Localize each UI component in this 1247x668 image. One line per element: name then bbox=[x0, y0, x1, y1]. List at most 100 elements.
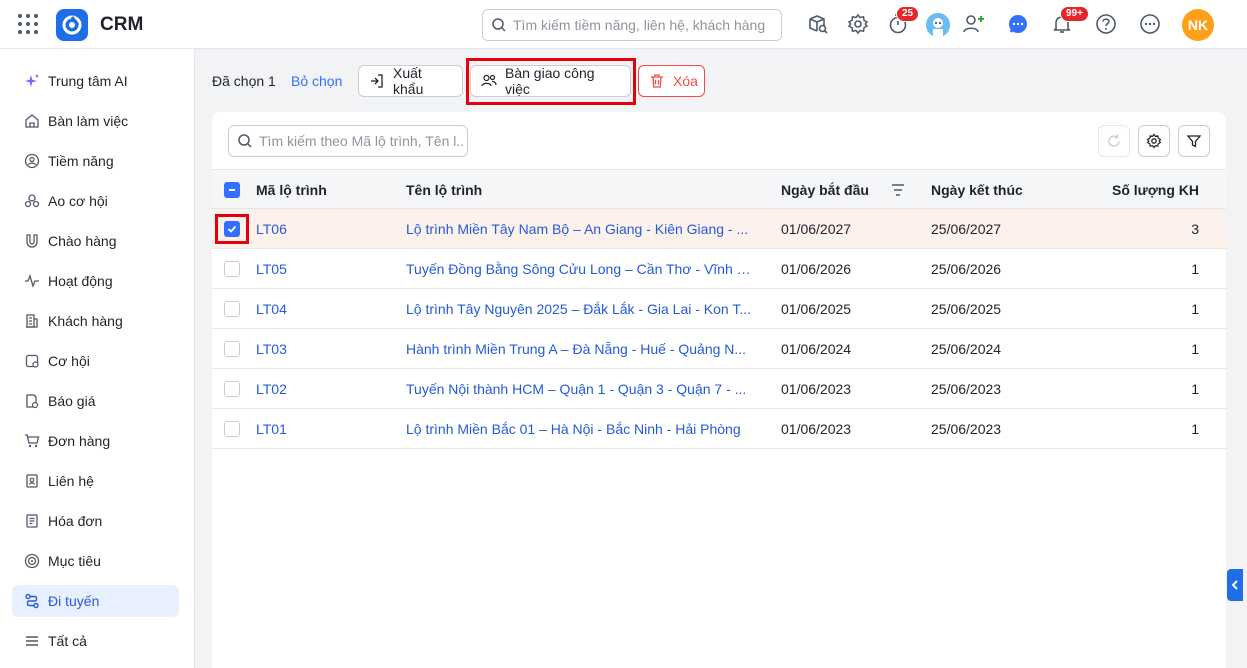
settings-gear-icon[interactable] bbox=[846, 12, 870, 36]
sidebar-item-label: Chào hàng bbox=[48, 233, 117, 249]
customer-count: 1 bbox=[1191, 341, 1199, 357]
search-icon bbox=[238, 134, 252, 148]
sidebar-item-label: Ao cơ hội bbox=[48, 193, 108, 209]
trash-icon bbox=[649, 73, 665, 89]
sidebar-item-quotes[interactable]: Báo giá bbox=[12, 385, 179, 417]
sidebar-item-label: Báo giá bbox=[48, 393, 96, 409]
column-header-name[interactable]: Tên lộ trình bbox=[406, 182, 482, 198]
user-avatar-image[interactable] bbox=[926, 13, 950, 37]
filter-button[interactable] bbox=[1178, 125, 1210, 157]
start-date: 01/06/2023 bbox=[781, 421, 852, 437]
route-name-link[interactable]: Hành trình Miền Trung A – Đà Nẵng - Huế … bbox=[406, 341, 751, 357]
table-search-input[interactable] bbox=[259, 133, 464, 149]
app-launcher-icon[interactable] bbox=[18, 14, 38, 34]
column-header-code[interactable]: Mã lộ trình bbox=[256, 182, 327, 198]
sidebar-item-customers[interactable]: Khách hàng bbox=[12, 305, 179, 337]
route-name-link[interactable]: Tuyến Đồng Bằng Sông Cửu Long – Cần Thơ … bbox=[406, 261, 751, 277]
invoice-icon bbox=[24, 513, 40, 529]
sidebar-item-invoices[interactable]: Hóa đơn bbox=[12, 505, 179, 537]
more-icon[interactable] bbox=[1138, 12, 1162, 36]
sidebar-item-all[interactable]: Tất cả bbox=[12, 625, 179, 657]
user-avatar[interactable]: NK bbox=[1182, 9, 1214, 41]
row-checkbox[interactable] bbox=[224, 381, 240, 397]
start-date: 01/06/2023 bbox=[781, 381, 852, 397]
route-code-link[interactable]: LT05 bbox=[256, 261, 287, 277]
sidebar-item-orders[interactable]: Đơn hàng bbox=[12, 425, 179, 457]
sidebar-item-label: Mục tiêu bbox=[48, 553, 101, 569]
sidebar-item-label: Khách hàng bbox=[48, 313, 123, 329]
sidebar-item-activities[interactable]: Hoạt động bbox=[12, 265, 179, 297]
home-icon bbox=[24, 113, 40, 129]
route-name-link[interactable]: Tuyến Nội thành HCM – Quận 1 - Quận 3 - … bbox=[406, 381, 751, 397]
notification-badge: 99+ bbox=[1060, 6, 1089, 22]
row-checkbox[interactable] bbox=[224, 221, 240, 237]
global-search-box[interactable] bbox=[482, 9, 782, 41]
table-row[interactable]: LT05 Tuyến Đồng Bằng Sông Cửu Long – Cần… bbox=[212, 249, 1226, 289]
side-panel-toggle[interactable] bbox=[1227, 569, 1243, 601]
chat-icon[interactable] bbox=[1006, 12, 1030, 36]
gear-icon bbox=[1146, 133, 1162, 149]
end-date: 25/06/2027 bbox=[931, 221, 1002, 237]
timer-icon[interactable]: 25 bbox=[886, 6, 920, 36]
refresh-button[interactable] bbox=[1098, 125, 1130, 157]
row-checkbox[interactable] bbox=[224, 421, 240, 437]
export-button[interactable]: Xuất khẩu bbox=[358, 65, 463, 97]
export-icon bbox=[369, 73, 385, 89]
route-name-link[interactable]: Lộ trình Miền Tây Nam Bộ – An Giang - Ki… bbox=[406, 221, 751, 237]
notification-bell-icon[interactable]: 99+ bbox=[1050, 6, 1089, 36]
column-header-start-date[interactable]: Ngày bắt đầu bbox=[781, 182, 869, 198]
sidebar-item-opportunity-pool[interactable]: Ao cơ hội bbox=[12, 185, 179, 217]
sidebar-item-label: Trung tâm AI bbox=[48, 73, 128, 89]
route-code-link[interactable]: LT06 bbox=[256, 221, 287, 237]
deselect-link[interactable]: Bỏ chọn bbox=[291, 73, 342, 89]
global-search-input[interactable] bbox=[513, 17, 773, 33]
menu-icon bbox=[24, 633, 40, 649]
sidebar-item-goals[interactable]: Mục tiêu bbox=[12, 545, 179, 577]
column-settings-button[interactable] bbox=[1138, 125, 1170, 157]
select-all-checkbox[interactable] bbox=[224, 182, 240, 198]
sidebar-item-label: Bàn làm việc bbox=[48, 113, 129, 129]
table-row[interactable]: LT01 Lộ trình Miền Bắc 01 – Hà Nội - Bắc… bbox=[212, 409, 1226, 449]
route-code-link[interactable]: LT02 bbox=[256, 381, 287, 397]
row-checkbox[interactable] bbox=[224, 301, 240, 317]
crm-logo-icon bbox=[56, 9, 88, 41]
sidebar-item-ai-center[interactable]: Trung tâm AI bbox=[12, 65, 179, 97]
table-row[interactable]: LT04 Lộ trình Tây Nguyên 2025 – Đắk Lắk … bbox=[212, 289, 1226, 329]
column-header-customer-count[interactable]: Số lượng KH bbox=[1092, 182, 1199, 198]
delete-button[interactable]: Xóa bbox=[638, 65, 705, 97]
sort-filter-icon[interactable] bbox=[890, 183, 906, 200]
top-bar: CRM 25 99+ NK bbox=[0, 0, 1247, 49]
table-row[interactable]: LT02 Tuyến Nội thành HCM – Quận 1 - Quận… bbox=[212, 369, 1226, 409]
handover-work-button[interactable]: Bàn giao công việc bbox=[470, 65, 631, 97]
route-name-link[interactable]: Lộ trình Tây Nguyên 2025 – Đắk Lắk - Gia… bbox=[406, 301, 751, 317]
sidebar-item-label: Cơ hội bbox=[48, 353, 90, 369]
end-date: 25/06/2023 bbox=[931, 421, 1002, 437]
route-code-link[interactable]: LT04 bbox=[256, 301, 287, 317]
column-header-end-date[interactable]: Ngày kết thúc bbox=[931, 182, 1023, 198]
sidebar-item-offers[interactable]: Chào hàng bbox=[12, 225, 179, 257]
refresh-icon bbox=[1108, 134, 1120, 147]
route-icon bbox=[24, 593, 40, 609]
route-name-link[interactable]: Lộ trình Miền Bắc 01 – Hà Nội - Bắc Ninh… bbox=[406, 421, 751, 437]
help-icon[interactable] bbox=[1094, 12, 1118, 36]
sidebar-item-workspace[interactable]: Bàn làm việc bbox=[12, 105, 179, 137]
table-search-box[interactable] bbox=[228, 125, 468, 157]
row-checkbox[interactable] bbox=[224, 261, 240, 277]
row-checkbox[interactable] bbox=[224, 341, 240, 357]
users-transfer-icon bbox=[481, 73, 497, 89]
table-row[interactable]: LT03 Hành trình Miền Trung A – Đà Nẵng -… bbox=[212, 329, 1226, 369]
sidebar-item-routes[interactable]: Đi tuyến bbox=[12, 585, 179, 617]
route-code-link[interactable]: LT03 bbox=[256, 341, 287, 357]
sidebar-item-label: Tiềm năng bbox=[48, 153, 114, 169]
start-date: 01/06/2026 bbox=[781, 261, 852, 277]
sidebar-item-contacts[interactable]: Liên hệ bbox=[12, 465, 179, 497]
add-user-icon[interactable] bbox=[962, 12, 986, 36]
customer-count: 1 bbox=[1191, 301, 1199, 317]
sidebar-item-opportunities[interactable]: Cơ hội bbox=[12, 345, 179, 377]
start-date: 01/06/2025 bbox=[781, 301, 852, 317]
table-row[interactable]: LT06 Lộ trình Miền Tây Nam Bộ – An Giang… bbox=[212, 209, 1226, 249]
sidebar-item-leads[interactable]: Tiềm năng bbox=[12, 145, 179, 177]
route-code-link[interactable]: LT01 bbox=[256, 421, 287, 437]
package-search-icon[interactable] bbox=[806, 12, 830, 36]
cart-icon bbox=[24, 433, 40, 449]
